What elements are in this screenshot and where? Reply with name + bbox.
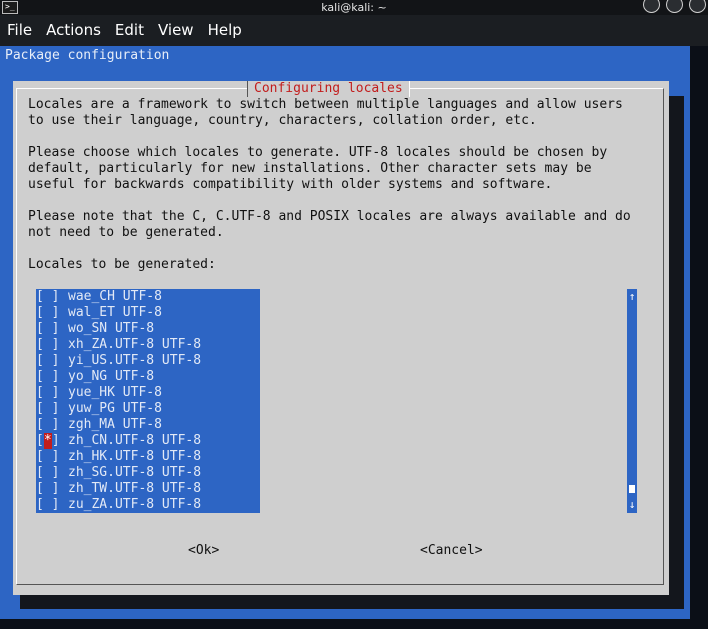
locale-label: wo_SN UTF-8 <box>68 321 155 336</box>
locale-row[interactable]: [ ] yo_NG UTF-8 <box>36 369 260 385</box>
terminal-area[interactable]: Package configuration Configuring locale… <box>0 46 708 629</box>
dialog-shadow-right <box>669 96 684 608</box>
locale-checkbox[interactable]: [ ] <box>36 417 68 433</box>
locales-dialog: Configuring locales Locales are a framew… <box>13 81 669 595</box>
locale-row[interactable]: [ ] zu_ZA.UTF-8 UTF-8 <box>36 497 260 513</box>
scroll-down-arrow-icon[interactable]: ↓ <box>627 497 637 513</box>
locale-label: yo_NG UTF-8 <box>68 369 155 384</box>
locale-row[interactable]: [ ] zh_SG.UTF-8 UTF-8 <box>36 465 260 481</box>
description-line: useful for backwards compatibility with … <box>28 177 553 192</box>
list-scrollbar[interactable]: ↑ ↓ <box>627 289 637 513</box>
locale-row[interactable]: [ ] zh_HK.UTF-8 UTF-8 <box>36 449 260 465</box>
locale-row[interactable]: [ ] wae_CH UTF-8 <box>36 289 260 305</box>
locale-checkbox-checked[interactable]: [*] <box>36 433 68 449</box>
locale-label: wal_ET UTF-8 <box>68 305 162 320</box>
locales-prompt: Locales to be generated: <box>28 257 216 272</box>
locale-label: zh_HK.UTF-8 UTF-8 <box>68 449 202 464</box>
locale-checkbox[interactable]: [ ] <box>36 337 68 353</box>
locale-label: zh_SG.UTF-8 UTF-8 <box>68 465 202 480</box>
locale-label: wae_CH UTF-8 <box>68 289 162 304</box>
locale-label: zgh_MA UTF-8 <box>68 417 162 432</box>
window-titlebar: >_ kali@kali: ~ <box>0 0 708 15</box>
locale-label: xh_ZA.UTF-8 UTF-8 <box>68 337 202 352</box>
locale-row-selected[interactable]: [*] zh_CN.UTF-8 UTF-8 <box>36 433 260 449</box>
locale-label: yuw_PG UTF-8 <box>68 401 162 416</box>
locale-row[interactable]: [ ] yi_US.UTF-8 UTF-8 <box>36 353 260 369</box>
cancel-button[interactable]: <Cancel> <box>420 543 483 559</box>
locale-checkbox[interactable]: [ ] <box>36 497 68 513</box>
locale-row[interactable]: [ ] yue_HK UTF-8 <box>36 385 260 401</box>
locale-label: zh_CN.UTF-8 UTF-8 <box>68 433 202 448</box>
locale-checkbox[interactable]: [ ] <box>36 385 68 401</box>
scroll-thumb[interactable] <box>629 485 635 493</box>
locale-label: zh_TW.UTF-8 UTF-8 <box>68 481 202 496</box>
locale-checkbox[interactable]: [ ] <box>36 289 68 305</box>
locale-checkbox[interactable]: [ ] <box>36 481 68 497</box>
description-line: not need to be generated. <box>28 225 224 240</box>
scroll-up-arrow-icon[interactable]: ↑ <box>627 289 637 305</box>
terminal-margin-bottom <box>0 619 708 629</box>
description-line: Please choose which locales to generate.… <box>28 145 608 160</box>
locale-checkbox[interactable]: [ ] <box>36 401 68 417</box>
window-title: kali@kali: ~ <box>321 1 387 14</box>
description-line: default, particularly for new installati… <box>28 161 592 176</box>
dialog-title: Configuring locales <box>247 81 410 97</box>
locales-list[interactable]: [ ] wae_CH UTF-8 [ ] wal_ET UTF-8 [ ] wo… <box>36 289 260 513</box>
locale-row[interactable]: [ ] wo_SN UTF-8 <box>36 321 260 337</box>
menu-file[interactable]: File <box>0 15 39 46</box>
locale-row[interactable]: [ ] wal_ET UTF-8 <box>36 305 260 321</box>
terminal-margin-right <box>690 46 708 629</box>
locale-checkbox[interactable]: [ ] <box>36 321 68 337</box>
locale-checkbox[interactable]: [ ] <box>36 305 68 321</box>
locale-checkbox[interactable]: [ ] <box>36 369 68 385</box>
checkmark-asterisk: * <box>43 433 52 449</box>
menu-help[interactable]: Help <box>201 15 249 46</box>
menu-edit[interactable]: Edit <box>108 15 151 46</box>
ok-button[interactable]: <Ok> <box>188 543 219 559</box>
dialog-shadow-bottom <box>20 595 684 609</box>
locale-label: yi_US.UTF-8 UTF-8 <box>68 353 202 368</box>
menu-actions[interactable]: Actions <box>39 15 108 46</box>
locale-row[interactable]: [ ] zgh_MA UTF-8 <box>36 417 260 433</box>
locale-row[interactable]: [ ] zh_TW.UTF-8 UTF-8 <box>36 481 260 497</box>
locale-checkbox[interactable]: [ ] <box>36 449 68 465</box>
description-line: to use their language, country, characte… <box>28 113 537 128</box>
menu-view[interactable]: View <box>151 15 201 46</box>
menubar: File Actions Edit View Help <box>0 15 708 46</box>
locale-checkbox[interactable]: [ ] <box>36 353 68 369</box>
locale-label: yue_HK UTF-8 <box>68 385 162 400</box>
locale-row[interactable]: [ ] xh_ZA.UTF-8 UTF-8 <box>36 337 260 353</box>
locale-label: zu_ZA.UTF-8 UTF-8 <box>68 497 202 512</box>
locale-checkbox[interactable]: [ ] <box>36 465 68 481</box>
locale-row[interactable]: [ ] yuw_PG UTF-8 <box>36 401 260 417</box>
description-line: Locales are a framework to switch betwee… <box>28 97 623 112</box>
package-configuration-title: Package configuration <box>5 48 170 63</box>
description-line: Please note that the C, C.UTF-8 and POSI… <box>28 209 631 224</box>
